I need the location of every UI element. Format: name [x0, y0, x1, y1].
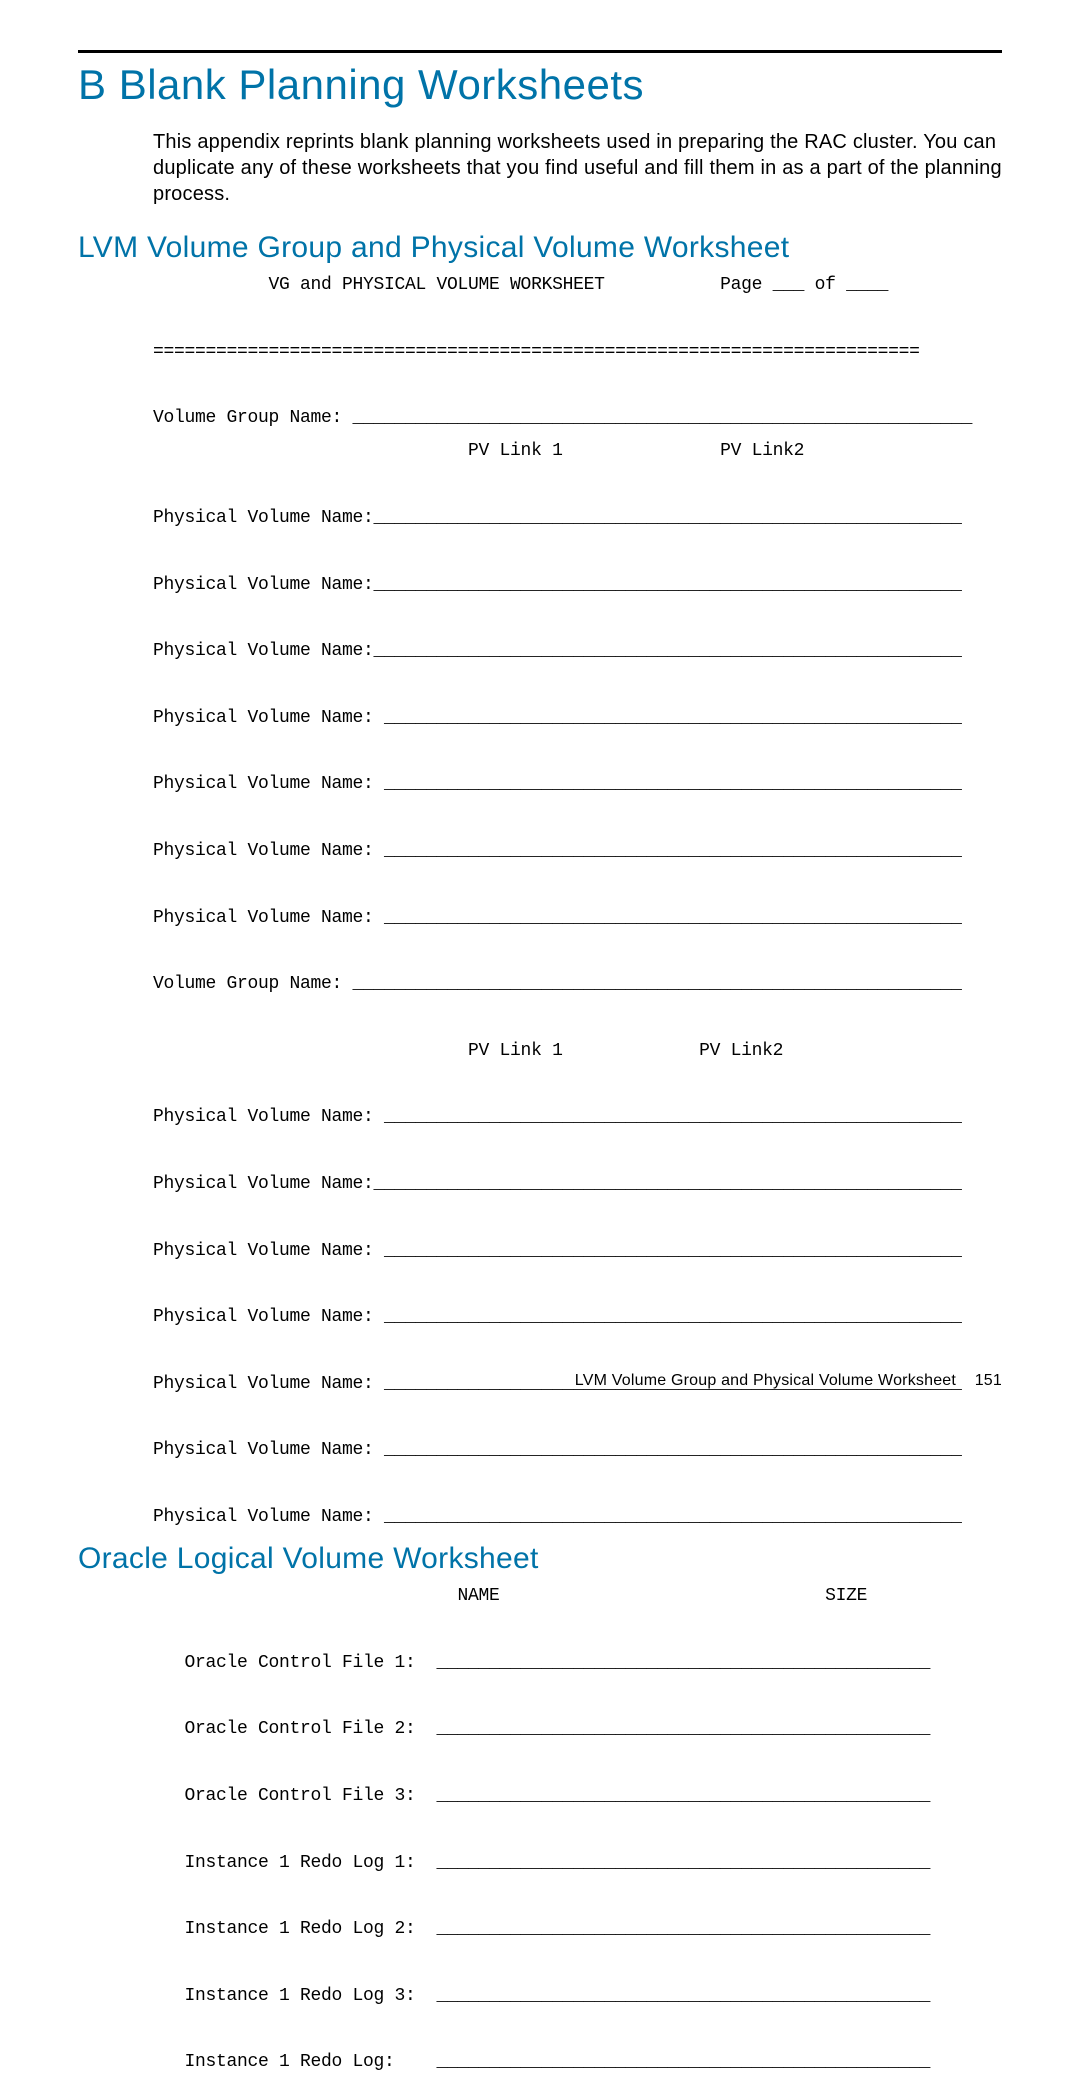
- oracle-worksheet-body: NAME SIZE Oracle Control File 1: _______…: [153, 1580, 1002, 2079]
- appendix-name: Blank Planning Worksheets: [119, 61, 644, 108]
- appendix-title: B Blank Planning Worksheets: [78, 61, 1002, 109]
- lvm-worksheet-body: VG and PHYSICAL VOLUME WORKSHEET Page __…: [153, 269, 1002, 1534]
- intro-paragraph: This appendix reprints blank planning wo…: [153, 129, 1002, 207]
- top-rule: [78, 50, 1002, 53]
- footer-text: LVM Volume Group and Physical Volume Wor…: [575, 1372, 956, 1389]
- lvm-section-title: LVM Volume Group and Physical Volume Wor…: [78, 231, 1002, 265]
- oracle-section-title: Oracle Logical Volume Worksheet: [78, 1542, 1002, 1576]
- appendix-letter: B: [78, 61, 107, 108]
- page-footer: LVM Volume Group and Physical Volume Wor…: [575, 1372, 1002, 1390]
- footer-page-number: 151: [975, 1372, 1002, 1389]
